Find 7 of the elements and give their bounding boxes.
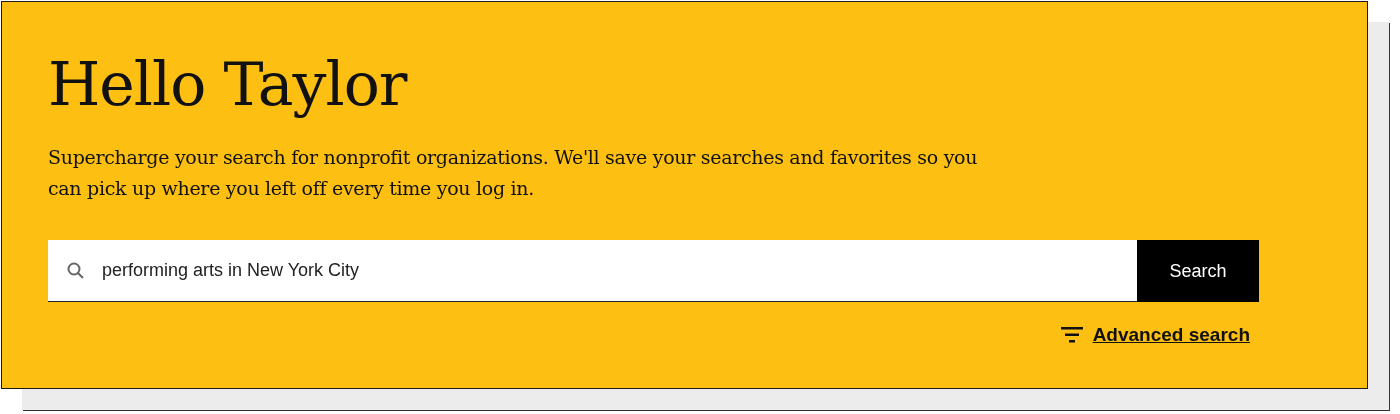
intro-text: Supercharge your search for nonprofit organizations. We'll save your searches and favorites so you can pick up where you left off every time you log in.: [48, 145, 979, 201]
advanced-search-link[interactable]: Advanced search: [1092, 324, 1250, 346]
search-button[interactable]: Search: [1137, 240, 1259, 302]
greeting-heading: Hello Taylor: [48, 48, 409, 121]
search-icon: [66, 261, 86, 281]
filter-icon: [1060, 327, 1083, 343]
search-field[interactable]: performing arts in New York City: [48, 240, 1137, 302]
